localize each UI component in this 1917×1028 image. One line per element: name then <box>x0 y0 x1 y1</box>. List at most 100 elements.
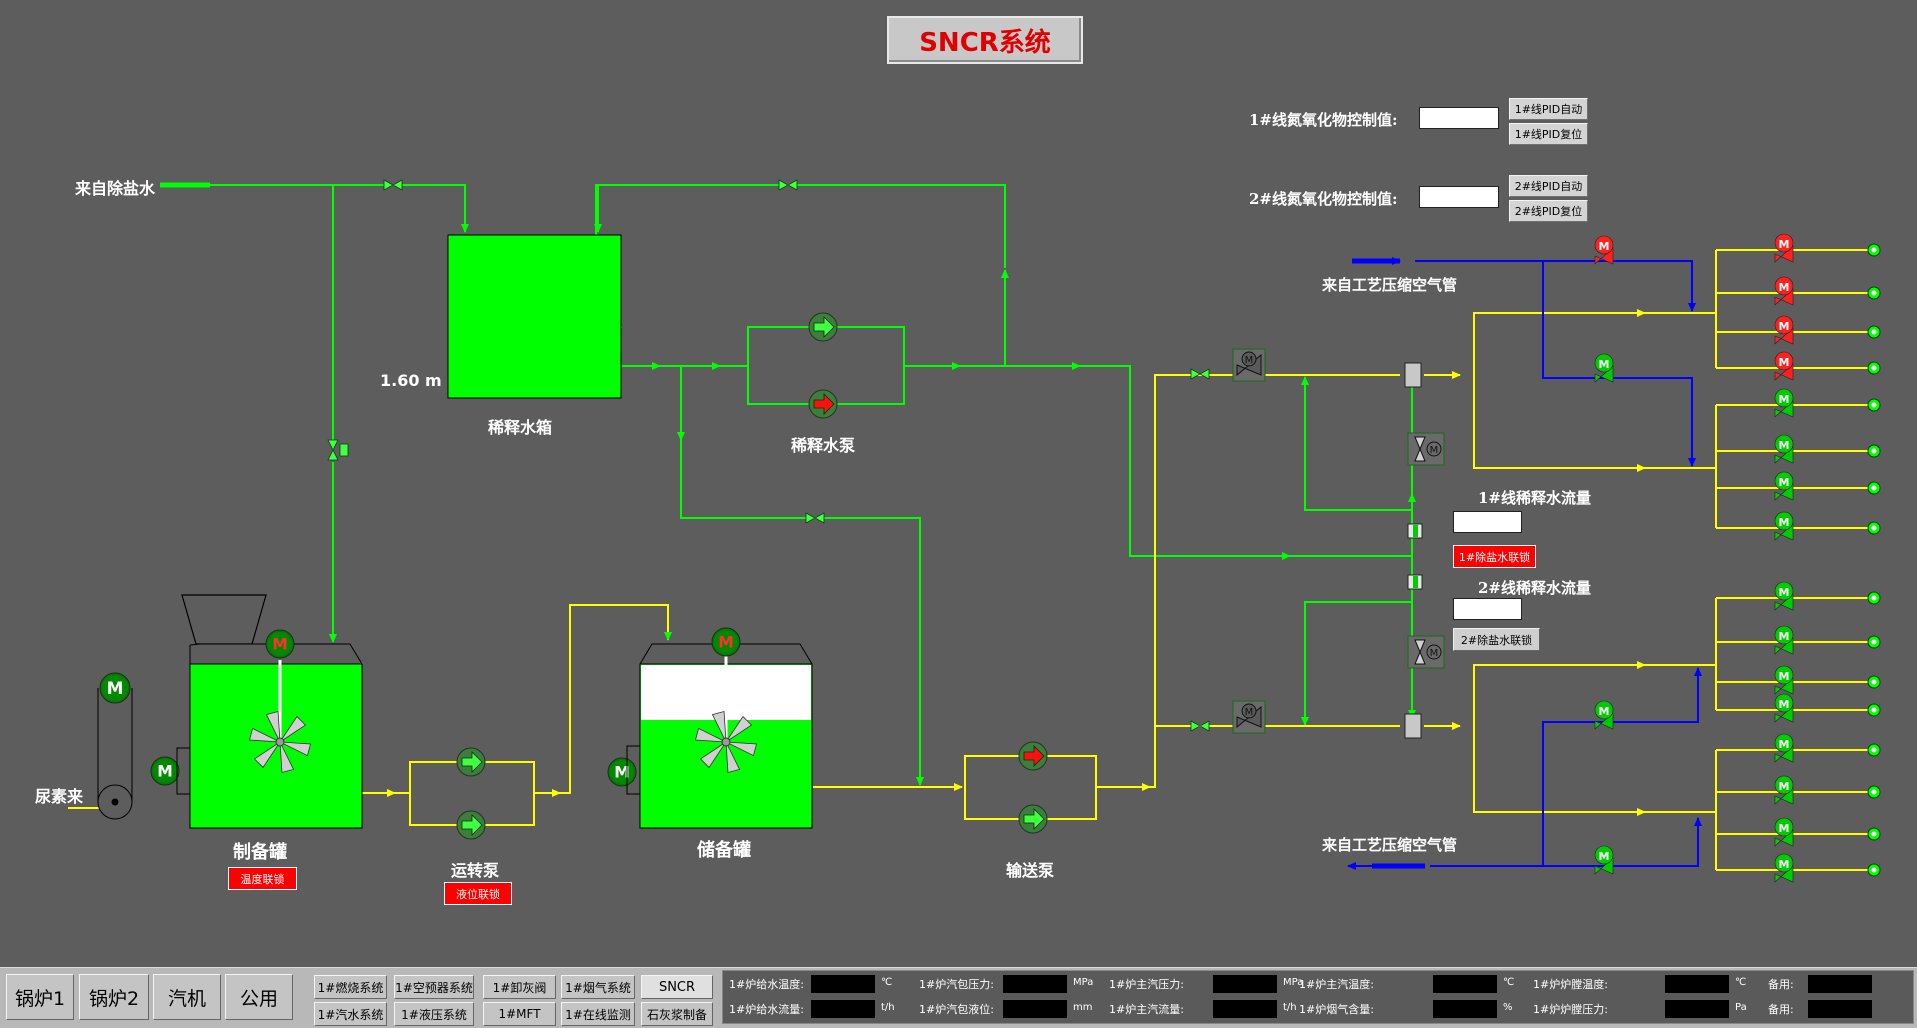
svg-text:M: M <box>718 633 734 651</box>
nozzle-valve-l2-3[interactable]: M <box>1774 665 1794 695</box>
urea-source-label: 尿素来 <box>35 787 84 806</box>
nozzle-valve-l1-7[interactable]: M <box>1774 471 1794 501</box>
nav-hydraulic[interactable]: 1#液压系统 <box>394 1002 474 1026</box>
nozzle-valve-l2-6[interactable]: M <box>1774 775 1794 805</box>
delivery-pump-1[interactable] <box>1018 741 1048 771</box>
nozzle-valve-l2-7[interactable]: M <box>1774 817 1794 847</box>
nozzle-indicator-8 <box>1867 521 1881 535</box>
preparation-tank <box>181 594 363 829</box>
nav-turbine[interactable]: 汽机 <box>153 974 221 1020</box>
nozzle-valve-l1-8[interactable]: M <box>1774 511 1794 541</box>
svg-text:M: M <box>1779 238 1790 251</box>
svg-text:M: M <box>1430 648 1439 659</box>
nav-mft[interactable]: 1#MFT <box>483 1002 556 1026</box>
status-unit: Pa <box>1735 1002 1747 1013</box>
dilution-pump-1[interactable] <box>808 312 838 342</box>
transfer-pump-2[interactable] <box>456 810 486 840</box>
status-label: 1#炉给水温度: <box>729 978 804 991</box>
svg-text:M: M <box>1245 355 1254 366</box>
nozzle-valve-l1-1[interactable]: M <box>1774 233 1794 263</box>
page-title: SNCR系统 <box>887 16 1083 64</box>
nav-sncr[interactable]: SNCR <box>641 975 713 999</box>
prep-tank-agitator-motor[interactable]: M <box>265 629 295 659</box>
nav-flue-gas[interactable]: 1#烟气系统 <box>561 975 635 999</box>
svg-text:M: M <box>1779 516 1790 529</box>
svg-text:M: M <box>1779 858 1790 871</box>
nav-online-monitor[interactable]: 1#在线监测 <box>561 1002 635 1026</box>
nozzle-valve-l1-3[interactable]: M <box>1774 315 1794 345</box>
line2-flow-display <box>1453 598 1522 620</box>
status-value <box>811 1000 875 1018</box>
line1-dilution-valve[interactable] <box>1190 368 1210 380</box>
prep-tank-label: 制备罐 <box>233 842 287 863</box>
nav-common[interactable]: 公用 <box>225 974 293 1020</box>
transfer-pump-1[interactable] <box>456 747 486 777</box>
status-unit: ℃ <box>1735 977 1747 988</box>
nozzle-valve-l1-2[interactable]: M <box>1774 276 1794 306</box>
dilution-pump-2[interactable] <box>808 389 838 419</box>
level-interlock-button[interactable]: 液位联锁 <box>444 882 512 905</box>
nozzle-indicator-16 <box>1867 863 1881 877</box>
nozzle-valve-l2-2[interactable]: M <box>1774 625 1794 655</box>
line1-pid-auto-button[interactable]: 1#线PID自动 <box>1509 98 1588 120</box>
svg-text:M: M <box>1599 705 1610 718</box>
air-valve-4[interactable]: M <box>1594 845 1614 875</box>
nozzle-indicator-6 <box>1867 444 1881 458</box>
nav-boiler2[interactable]: 锅炉2 <box>79 974 149 1020</box>
water-source-label: 来自除盐水 <box>75 179 156 198</box>
air-valve-3[interactable]: M <box>1594 700 1614 730</box>
desalt2-interlock-button[interactable]: 2#除盐水联锁 <box>1453 628 1540 651</box>
line2-nox-input[interactable] <box>1419 186 1499 208</box>
recirculation-valve[interactable] <box>778 179 798 191</box>
nozzle-valve-l1-6[interactable]: M <box>1774 434 1794 464</box>
line1-regulating-valve[interactable]: M <box>1232 348 1266 382</box>
storage-tank-agitator-motor[interactable]: M <box>711 627 741 657</box>
prep-tank-side-motor[interactable]: M <box>150 756 180 786</box>
line2-water-control-valve[interactable]: M <box>1407 635 1445 669</box>
nav-air-preheater[interactable]: 1#空预器系统 <box>394 975 474 999</box>
nozzle-indicator-7 <box>1867 481 1881 495</box>
air-valve-1[interactable]: M <box>1594 235 1614 265</box>
nav-limestone[interactable]: 石灰浆制备 <box>641 1002 713 1026</box>
nozzle-valve-l2-1[interactable]: M <box>1774 581 1794 611</box>
delivery-pump-2[interactable] <box>1018 804 1048 834</box>
line2-pid-auto-button[interactable]: 2#线PID自动 <box>1509 175 1588 197</box>
svg-text:M: M <box>1779 822 1790 835</box>
svg-text:M: M <box>272 635 288 653</box>
status-panel: 1#炉给水温度: ℃ 1#炉汽包压力: MPa 1#炉主汽压力: MPa 1#炉主汽温度: ℃… <box>722 970 1914 1024</box>
nozzle-indicator-12 <box>1867 703 1881 717</box>
status-unit: ℃ <box>881 977 893 988</box>
svg-text:M: M <box>1779 476 1790 489</box>
air-valve-2[interactable]: M <box>1594 353 1614 383</box>
water-inlet-valve[interactable] <box>383 179 403 191</box>
line2-regulating-valve[interactable]: M <box>1232 700 1266 734</box>
dilution-water-tank <box>447 234 622 399</box>
line1-water-control-valve[interactable]: M <box>1407 432 1445 466</box>
line1-flow-display <box>1453 511 1522 533</box>
desalt1-interlock-button[interactable]: 1#除盐水联锁 <box>1453 545 1536 568</box>
nozzle-valve-l2-8[interactable]: M <box>1774 853 1794 883</box>
line2-pid-reset-button[interactable]: 2#线PID复位 <box>1509 200 1588 222</box>
conveyor-motor[interactable]: M <box>99 672 131 704</box>
line1-nox-input[interactable] <box>1419 107 1499 129</box>
status-label: 1#炉烟气含量: <box>1299 1003 1374 1016</box>
status-label: 1#炉汽包液位: <box>919 1003 994 1016</box>
nav-boiler1[interactable]: 锅炉1 <box>6 974 74 1020</box>
nav-ash-valve[interactable]: 1#卸灰阀 <box>483 975 556 999</box>
line1-pid-reset-button[interactable]: 1#线PID复位 <box>1509 123 1588 145</box>
storage-tank-side-motor[interactable]: M <box>607 757 637 787</box>
nozzle-valve-l2-5[interactable]: M <box>1774 733 1794 763</box>
line1-flowmeter <box>1407 523 1423 539</box>
nav-combustion[interactable]: 1#燃烧系统 <box>314 975 387 999</box>
status-value <box>811 975 875 993</box>
line2-dilution-valve[interactable] <box>1190 720 1210 732</box>
temp-interlock-button[interactable]: 温度联锁 <box>228 867 297 890</box>
delivery-pump-label: 输送泵 <box>1006 861 1055 880</box>
storage-supply-valve[interactable] <box>805 512 825 524</box>
nozzle-valve-l2-4[interactable]: M <box>1774 693 1794 723</box>
nav-steam-water[interactable]: 1#汽水系统 <box>314 1002 387 1026</box>
prep-water-valve[interactable] <box>327 439 349 461</box>
nozzle-valve-l1-5[interactable]: M <box>1774 388 1794 418</box>
nozzle-valve-l1-4[interactable]: M <box>1774 351 1794 381</box>
line2-flowmeter <box>1407 574 1423 590</box>
